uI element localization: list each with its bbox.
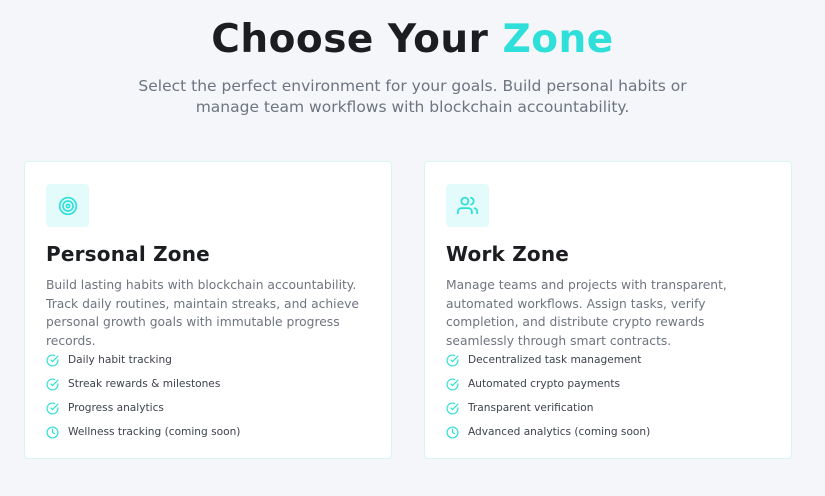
feature-label: Progress analytics (68, 402, 164, 414)
feature-item: Progress analytics (46, 396, 240, 420)
feature-label: Transparent verification (468, 402, 594, 414)
target-icon (46, 184, 89, 227)
personal-zone-title: Personal Zone (46, 242, 210, 266)
page-title-accent: Zone (502, 17, 614, 62)
check-circle-icon (446, 402, 459, 415)
work-zone-feature-list: Decentralized task management Automated … (446, 348, 650, 444)
feature-label: Decentralized task management (468, 354, 642, 366)
feature-label: Automated crypto payments (468, 378, 621, 390)
feature-item: Wellness tracking (coming soon) (46, 420, 240, 444)
feature-label: Advanced analytics (coming soon) (468, 426, 651, 438)
feature-item: Streak rewards & milestones (46, 372, 240, 396)
feature-label: Daily habit tracking (68, 354, 172, 366)
feature-item: Transparent verification (446, 396, 650, 420)
check-circle-icon (46, 378, 59, 391)
check-circle-icon (46, 402, 59, 415)
feature-label: Streak rewards & milestones (68, 378, 221, 390)
page-title: Choose Your Zone (0, 16, 825, 64)
feature-item: Daily habit tracking (46, 348, 240, 372)
work-zone-description: Manage teams and projects with transpare… (446, 278, 727, 348)
check-circle-icon (46, 354, 59, 367)
check-circle-icon (446, 354, 459, 367)
check-circle-icon (446, 378, 459, 391)
clock-icon (46, 425, 59, 439)
zone-selection-page: Choose Your Zone Select the perfect envi… (0, 0, 825, 496)
personal-zone-feature-list: Daily habit tracking Streak rewards & mi… (46, 348, 240, 444)
feature-item: Automated crypto payments (446, 372, 650, 396)
feature-label: Wellness tracking (coming soon) (68, 426, 241, 438)
users-icon (446, 184, 489, 227)
personal-zone-card[interactable]: Personal Zone Build lasting habits with … (24, 161, 392, 459)
page-title-prefix: Choose Your (211, 17, 503, 62)
feature-item: Advanced analytics (coming soon) (446, 420, 650, 444)
feature-item: Decentralized task management (446, 348, 650, 372)
clock-icon (446, 425, 459, 439)
personal-zone-description: Build lasting habits with blockchain acc… (46, 278, 359, 348)
page-subtitle: Select the perfect environment for your … (138, 77, 687, 116)
work-zone-card[interactable]: Work Zone Manage teams and projects with… (424, 161, 792, 459)
work-zone-title: Work Zone (446, 242, 570, 266)
